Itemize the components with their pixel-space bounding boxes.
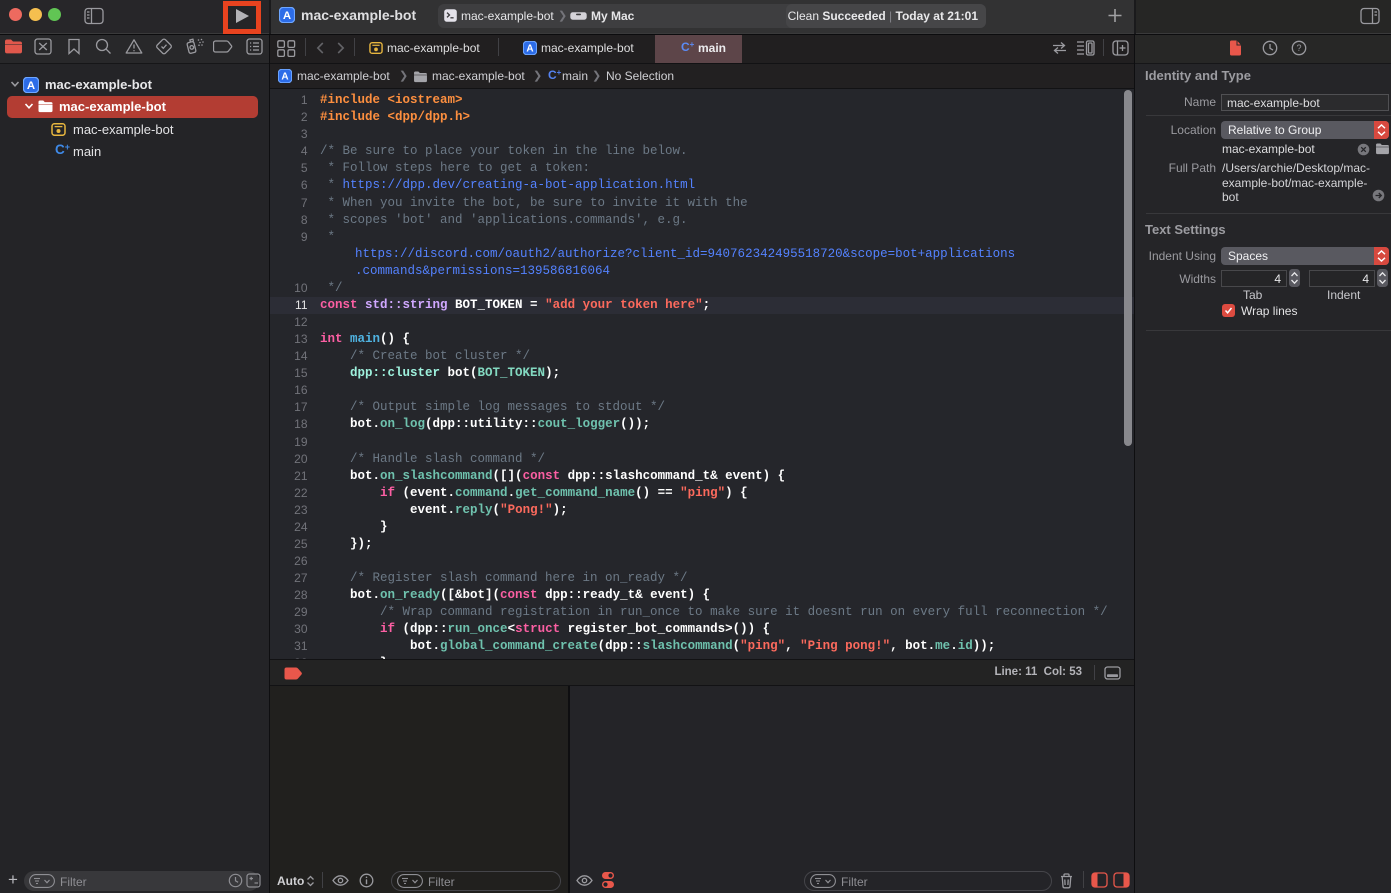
svg-text:A: A	[27, 80, 35, 92]
svg-text:A: A	[283, 10, 291, 22]
svg-text:A: A	[281, 72, 288, 83]
svg-text:A: A	[526, 44, 533, 55]
svg-text:?: ?	[1296, 43, 1301, 53]
